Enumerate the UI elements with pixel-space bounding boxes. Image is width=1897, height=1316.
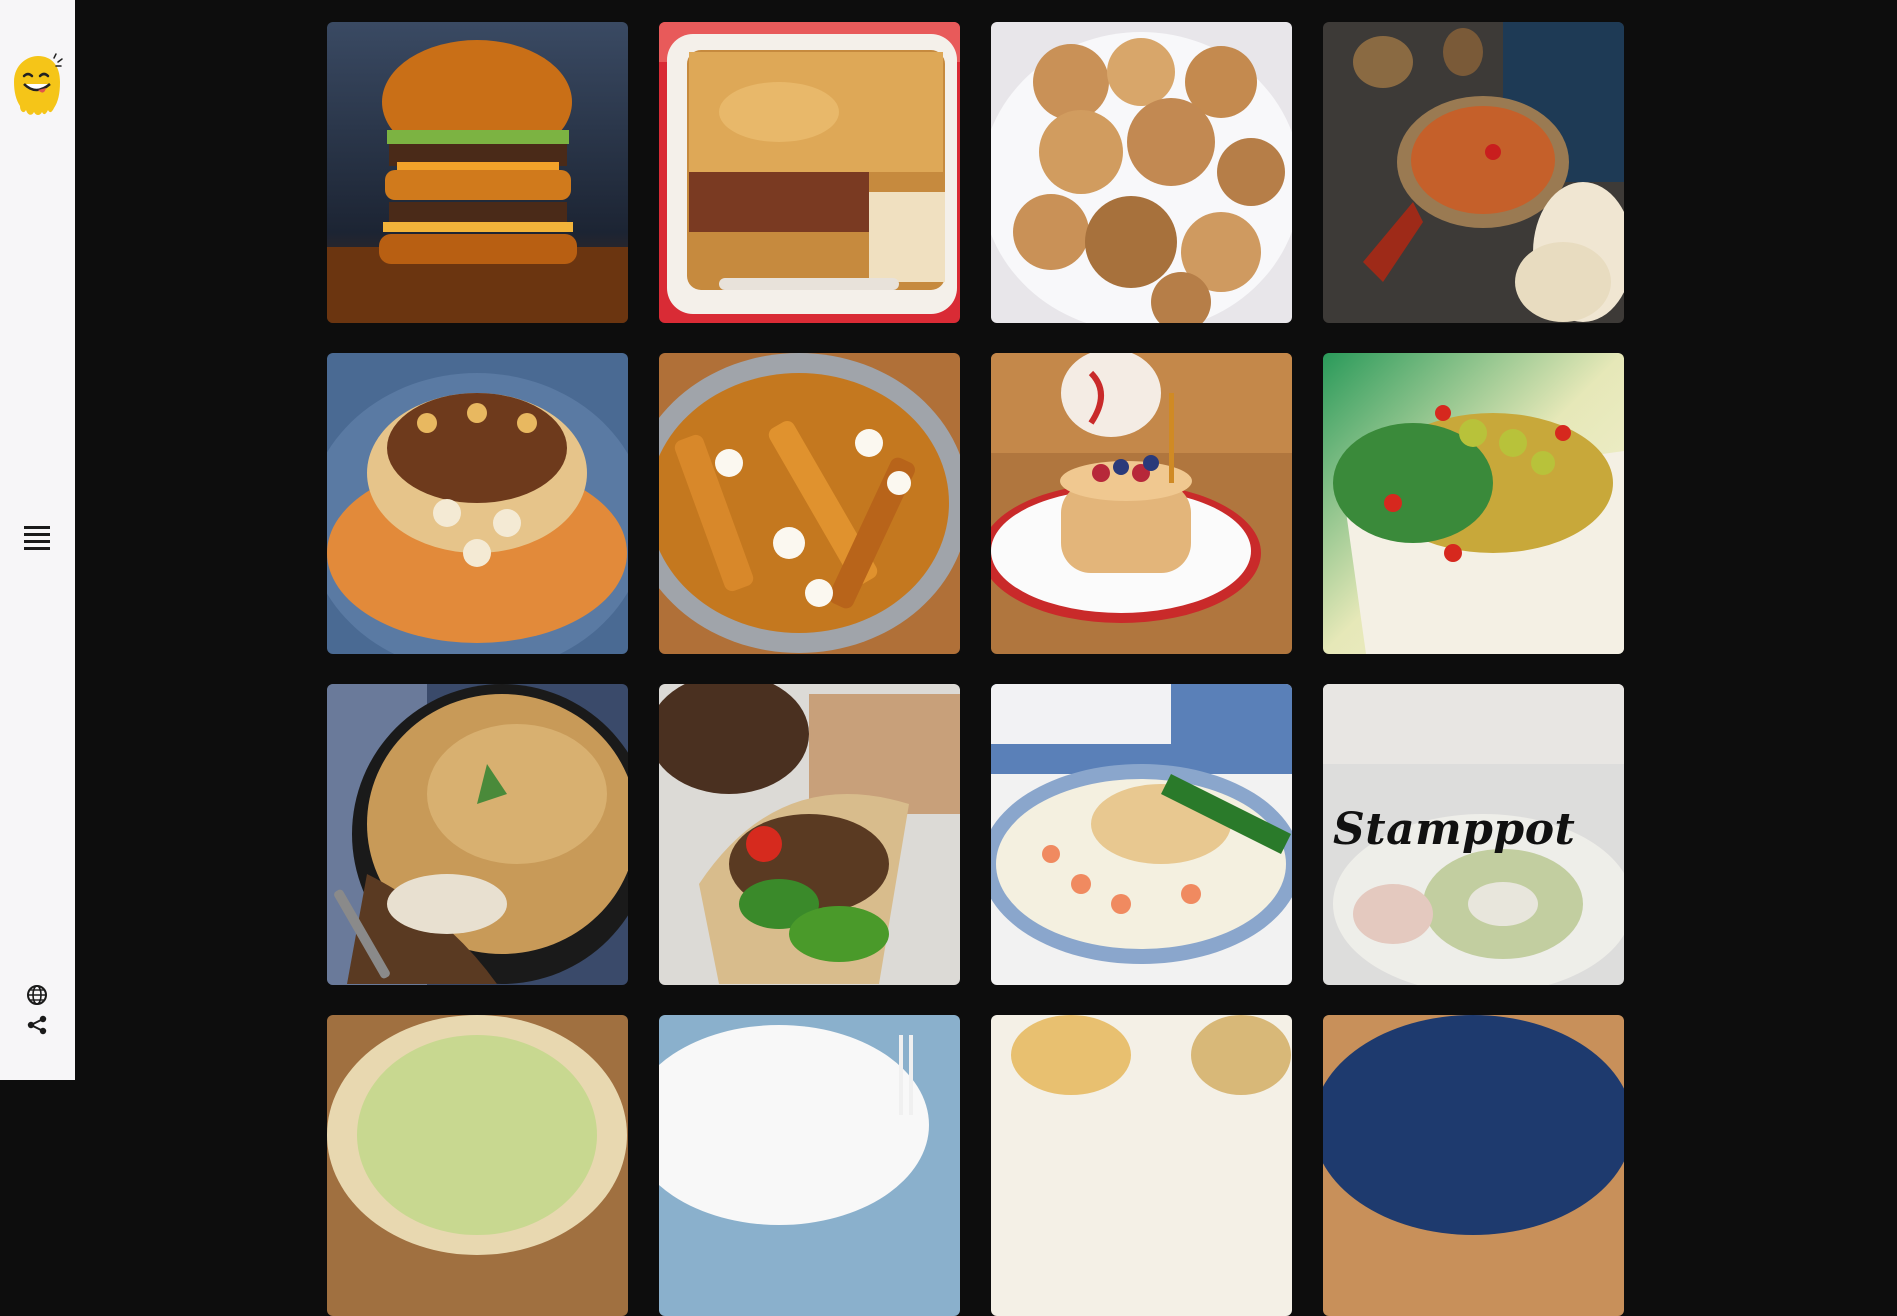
dish-tile-loaded-nachos[interactable]: [1323, 353, 1624, 654]
share-icon[interactable]: [26, 1014, 48, 1036]
dish-tile-fish-pie[interactable]: [991, 684, 1292, 985]
lasagna-image: [659, 22, 960, 323]
menu-icon[interactable]: [22, 523, 52, 553]
moussaka-image: [327, 684, 628, 985]
mascot-logo[interactable]: [8, 52, 64, 118]
blue-plate-dish-image: [1323, 1015, 1624, 1316]
plated-dish-image: [659, 1015, 960, 1316]
dish-tile-lentil-soup[interactable]: [1323, 22, 1624, 323]
dish-tile-poutine[interactable]: [659, 353, 960, 654]
dish-tile-koshari[interactable]: [327, 353, 628, 654]
dish-tile-shawarma-wrap[interactable]: [659, 684, 960, 985]
burger-image: [327, 22, 628, 323]
poutine-image: [659, 353, 960, 654]
quiche-image: [327, 1015, 628, 1316]
globe-icon[interactable]: [26, 984, 48, 1006]
dish-tile-blue-plate-dish[interactable]: [1323, 1015, 1624, 1316]
pancakes-image: [991, 353, 1292, 654]
bread-dish-image: [991, 1015, 1292, 1316]
dish-tile-moussaka[interactable]: [327, 684, 628, 985]
loaded-nachos-image: [1323, 353, 1624, 654]
dish-tile-pancakes[interactable]: [991, 353, 1292, 654]
koshari-image: [327, 353, 628, 654]
dish-tile-plated-dish[interactable]: [659, 1015, 960, 1316]
sugar-fritters-image: [991, 22, 1292, 323]
dish-tile-stamppot[interactable]: Stamppot: [1323, 684, 1624, 985]
dish-tile-bread-dish[interactable]: [991, 1015, 1292, 1316]
dish-tile-lasagna[interactable]: [659, 22, 960, 323]
fish-pie-image: [991, 684, 1292, 985]
dish-tile-label: Stamppot: [1333, 804, 1576, 855]
shawarma-wrap-image: [659, 684, 960, 985]
dish-grid: Stamppot: [327, 22, 1624, 1316]
lentil-soup-image: [1323, 22, 1624, 323]
dish-tile-burger[interactable]: [327, 22, 628, 323]
dish-tile-sugar-fritters[interactable]: [991, 22, 1292, 323]
dish-tile-quiche[interactable]: [327, 1015, 628, 1316]
sidebar: [0, 0, 75, 1080]
